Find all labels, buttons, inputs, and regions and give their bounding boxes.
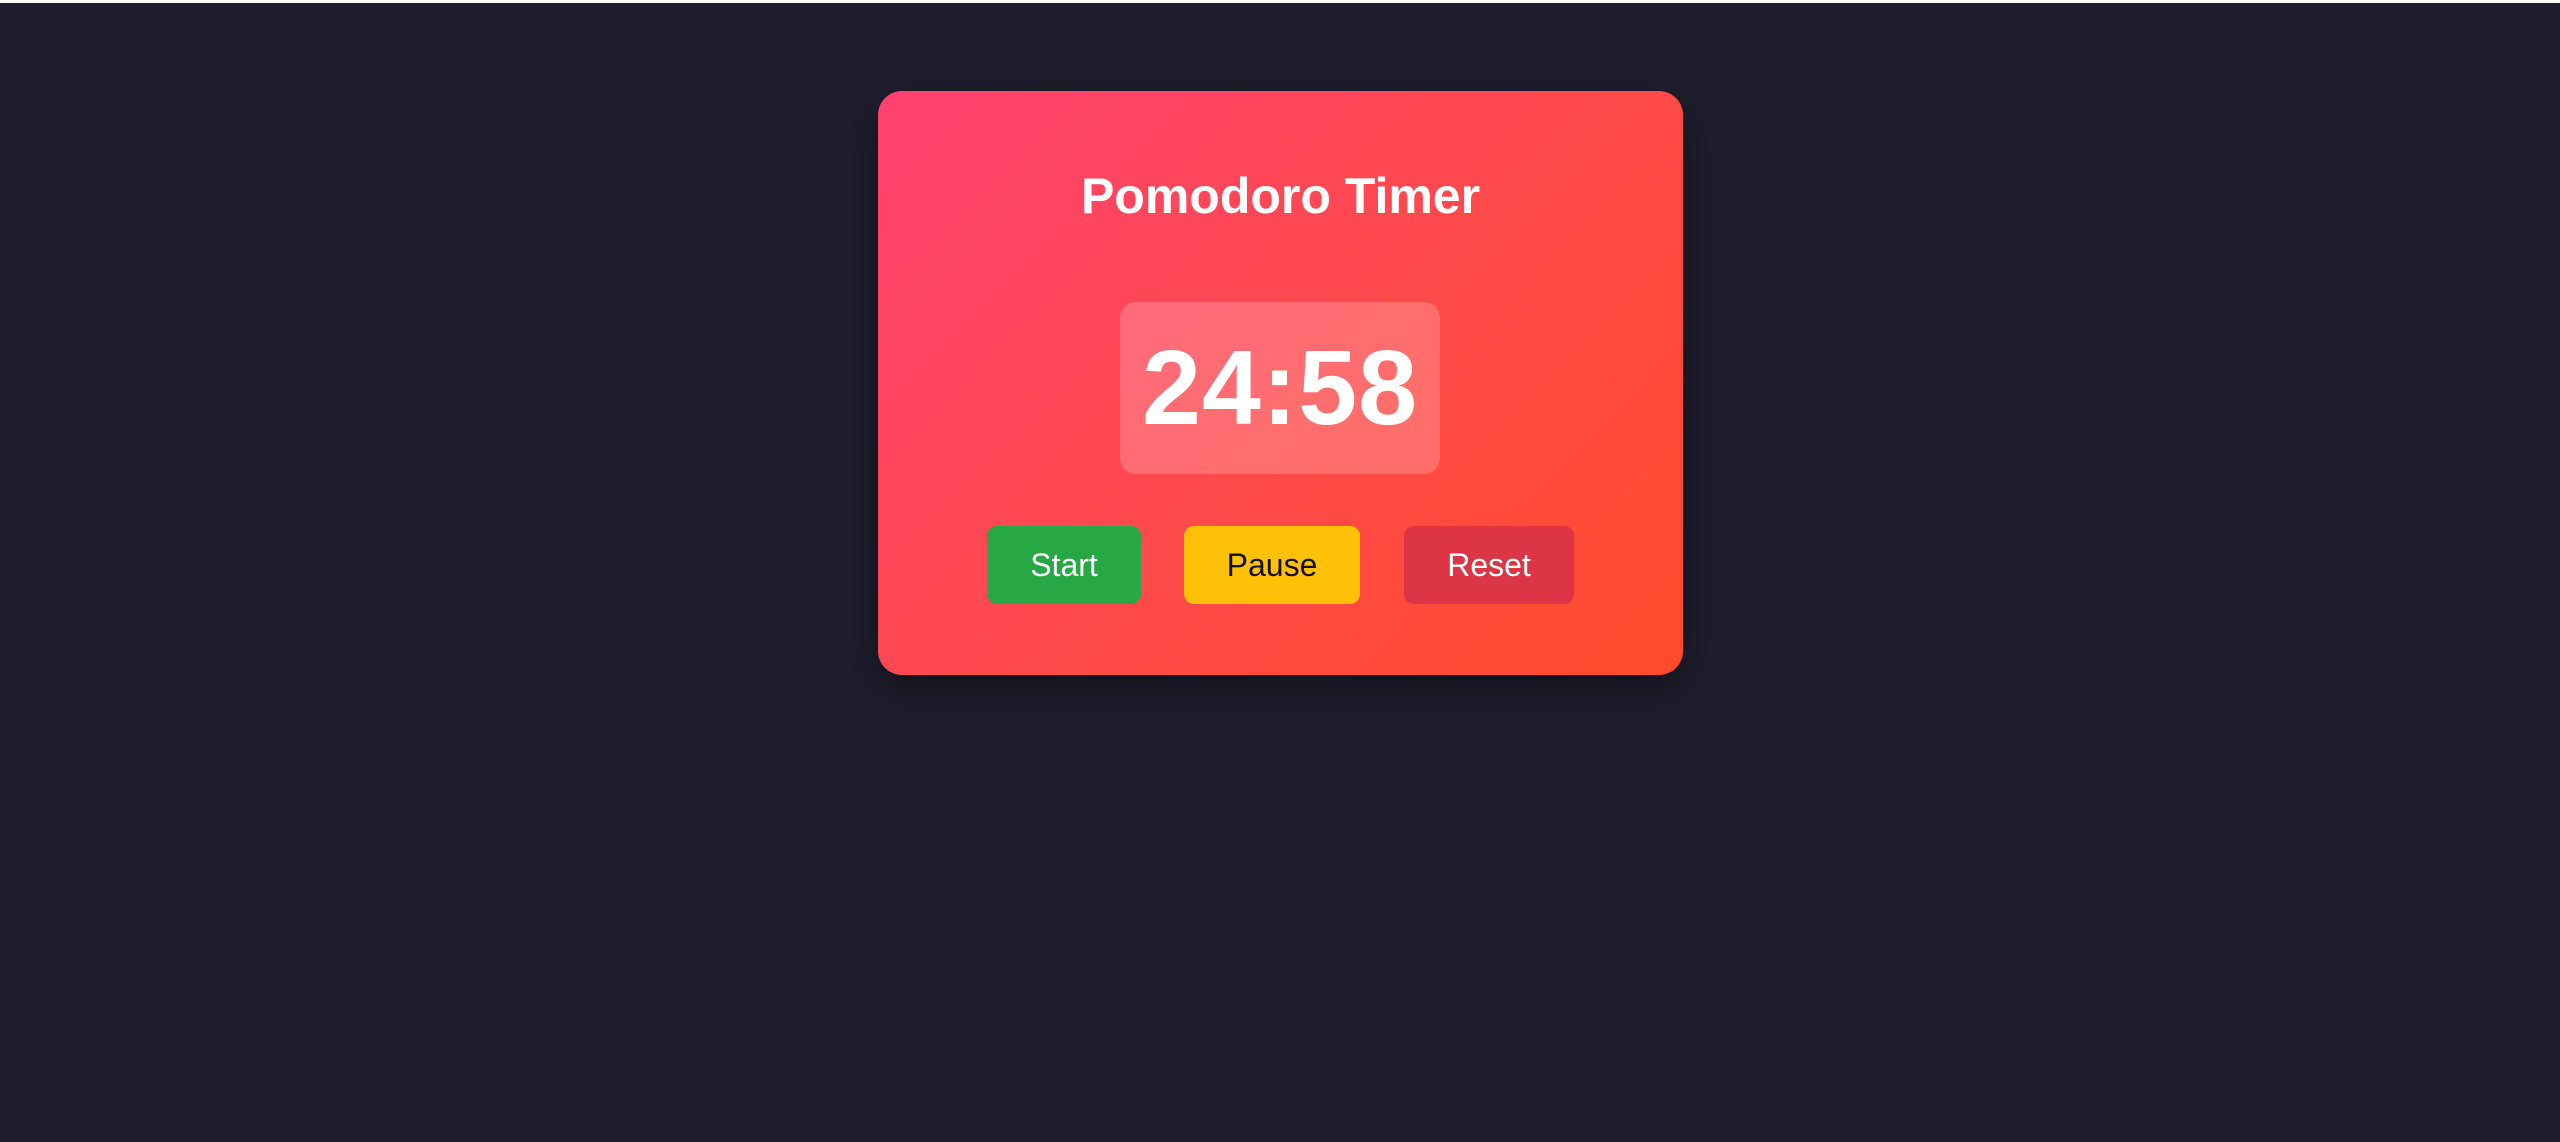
reset-button[interactable]: Reset xyxy=(1404,526,1574,604)
start-button[interactable]: Start xyxy=(987,526,1141,604)
timer-display: 24:58 xyxy=(1120,302,1440,474)
timer-text: 24:58 xyxy=(1141,329,1419,447)
top-strip xyxy=(0,0,2560,3)
page-title: Pomodoro Timer xyxy=(1080,168,1481,224)
pause-button[interactable]: Pause xyxy=(1184,526,1360,604)
pomodoro-card: Pomodoro Timer 24:58 Start Pause Reset xyxy=(878,91,1683,675)
